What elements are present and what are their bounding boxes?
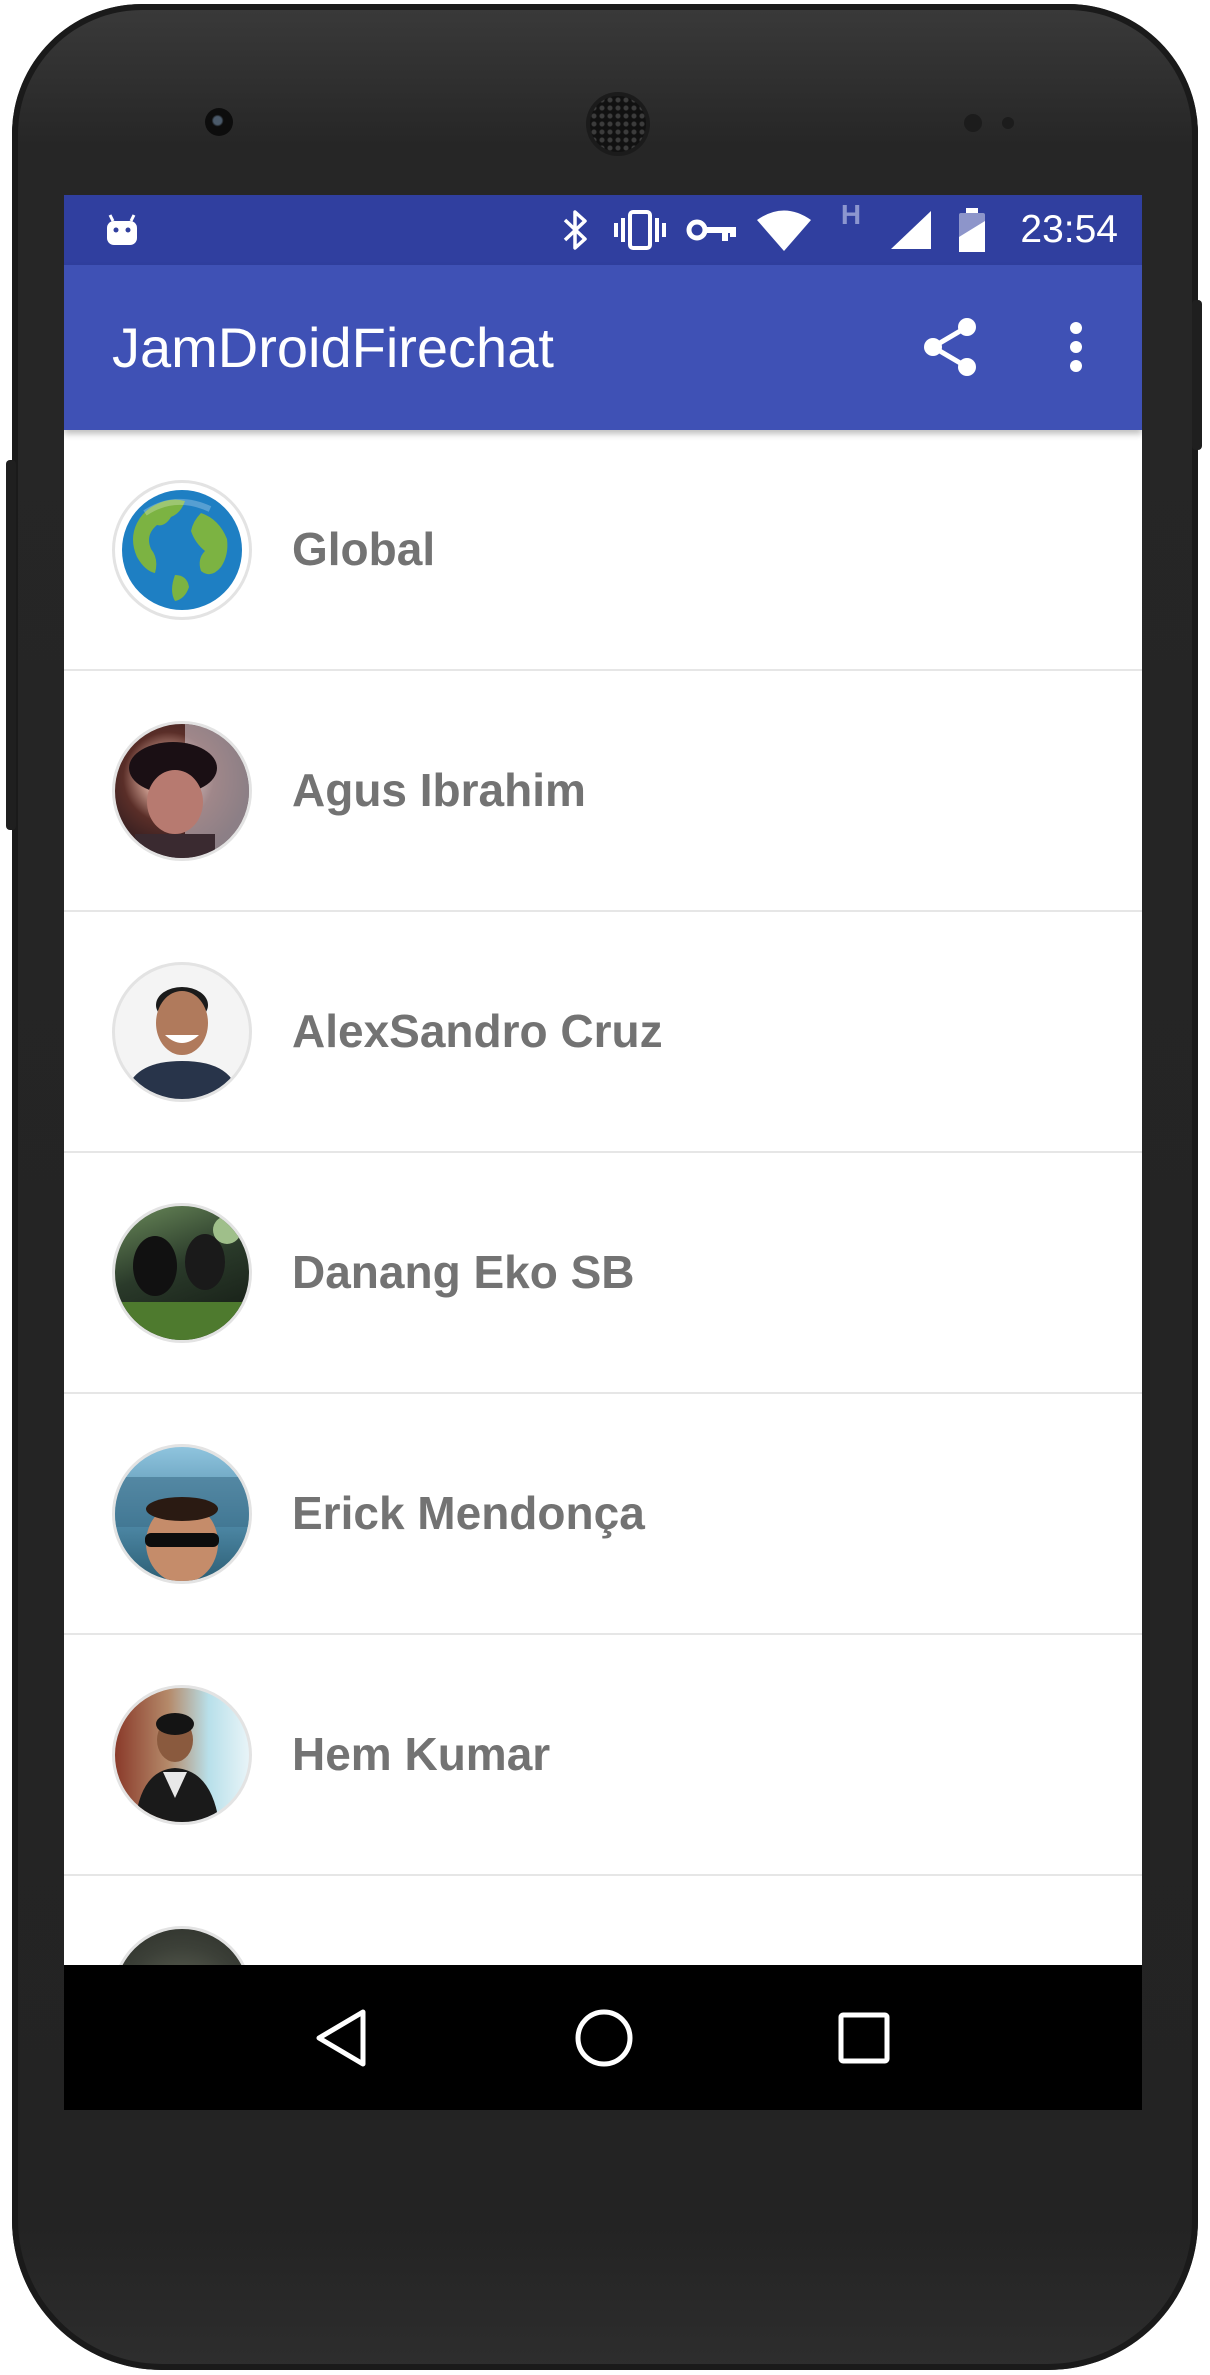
list-item-contact-partial[interactable] xyxy=(64,1876,1142,1965)
share-icon xyxy=(921,316,979,383)
cell-signal-icon xyxy=(886,205,936,255)
more-vert-icon xyxy=(1068,321,1084,378)
device-screen: H 23:54 JamDroidFirechat Global Agus Ibr… xyxy=(64,195,1142,2110)
front-camera xyxy=(205,108,233,136)
user-photo xyxy=(112,962,252,1102)
globe-icon xyxy=(112,480,252,620)
wifi-icon xyxy=(754,205,814,255)
home-circle-icon xyxy=(573,2007,635,2074)
network-type-label: H xyxy=(840,199,862,230)
list-item-contact[interactable]: Erick Mendonça xyxy=(64,1394,1142,1635)
user-photo xyxy=(112,721,252,861)
contact-name: AlexSandro Cruz xyxy=(292,1005,663,1057)
recents-button[interactable] xyxy=(824,2000,904,2080)
contact-name: Erick Mendonça xyxy=(292,1487,645,1539)
contact-list[interactable]: Global Agus Ibrahim AlexSandro Cruz Dana… xyxy=(64,430,1142,1965)
home-button[interactable] xyxy=(564,2000,644,2080)
share-button[interactable] xyxy=(914,313,986,385)
app-title: JamDroidFirechat xyxy=(112,316,554,379)
user-photo xyxy=(112,1926,252,1965)
recents-square-icon xyxy=(837,2011,891,2070)
volume-rocker xyxy=(6,460,16,830)
list-item-contact[interactable]: Danang Eko SB xyxy=(64,1153,1142,1394)
light-sensor xyxy=(1002,117,1014,129)
contact-name: Global xyxy=(292,523,436,575)
vpn-key-icon xyxy=(684,205,740,255)
back-button[interactable] xyxy=(301,2000,381,2080)
contact-name: Agus Ibrahim xyxy=(292,764,586,816)
list-item-global[interactable]: Global xyxy=(64,430,1142,671)
vibrate-icon xyxy=(612,205,668,255)
status-bar: H 23:54 xyxy=(64,195,1142,265)
earpiece-speaker xyxy=(590,96,646,152)
app-bar: JamDroidFirechat xyxy=(64,265,1142,430)
overflow-menu-button[interactable] xyxy=(1040,313,1112,385)
proximity-sensor xyxy=(964,114,982,132)
list-item-contact[interactable]: Hem Kumar xyxy=(64,1635,1142,1876)
contact-name: Danang Eko SB xyxy=(292,1246,635,1298)
list-item-contact[interactable]: Agus Ibrahim xyxy=(64,671,1142,912)
back-triangle-icon xyxy=(313,2008,369,2073)
android-debug-icon xyxy=(100,205,144,255)
user-photo xyxy=(112,1203,252,1343)
contact-name: Hem Kumar xyxy=(292,1728,551,1780)
user-photo xyxy=(112,1685,252,1825)
power-button xyxy=(1192,300,1202,450)
list-item-contact[interactable]: AlexSandro Cruz xyxy=(64,912,1142,1153)
navigation-bar xyxy=(64,1965,1142,2110)
battery-icon xyxy=(952,205,992,255)
user-photo xyxy=(112,1444,252,1584)
bluetooth-icon xyxy=(556,205,596,255)
status-clock: 23:54 xyxy=(1020,208,1118,251)
